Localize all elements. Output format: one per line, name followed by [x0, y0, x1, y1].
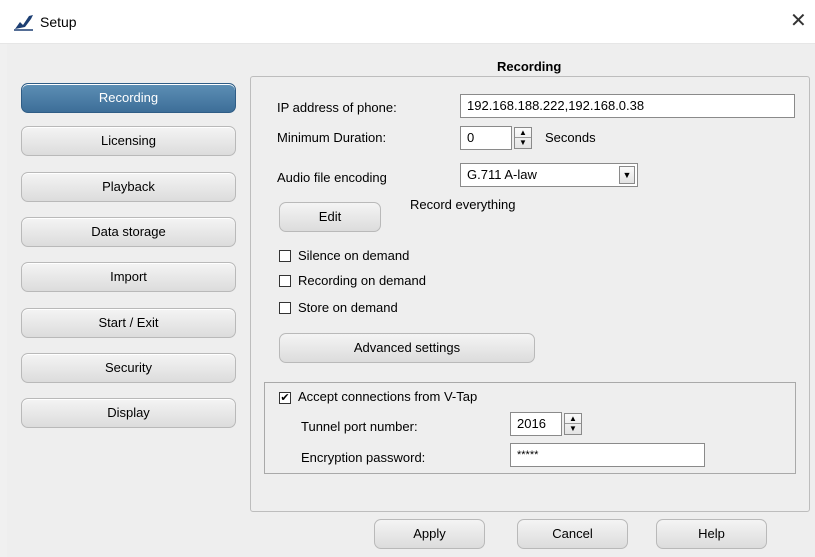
spin-up-icon[interactable]: ▲	[565, 414, 581, 424]
silence-on-demand-label: Silence on demand	[298, 248, 410, 263]
help-button[interactable]: Help	[656, 519, 767, 549]
encoding-label: Audio file encoding	[277, 170, 387, 185]
edit-button[interactable]: Edit	[279, 202, 381, 232]
spin-up-icon[interactable]: ▲	[515, 128, 531, 138]
record-mode-text: Record everything	[410, 197, 516, 212]
advanced-settings-button[interactable]: Advanced settings	[279, 333, 535, 363]
spin-down-icon[interactable]: ▼	[565, 424, 581, 434]
ip-address-input[interactable]: 192.168.188.222,192.168.0.38	[460, 94, 795, 118]
title-bar: Setup ✕	[0, 0, 815, 44]
store-on-demand-checkbox[interactable]	[279, 302, 291, 314]
sidebar-item-data-storage[interactable]: Data storage	[21, 217, 236, 247]
sidebar-item-display[interactable]: Display	[21, 398, 236, 428]
app-logo-icon	[14, 15, 33, 31]
help-label: Help	[698, 526, 725, 541]
encryption-password-label: Encryption password:	[301, 450, 426, 465]
tunnel-port-input[interactable]: 2016	[510, 412, 562, 436]
recording-on-demand-label: Recording on demand	[298, 273, 426, 288]
accept-vtap-checkbox[interactable]: ✔	[279, 392, 291, 404]
silence-on-demand-checkbox[interactable]	[279, 250, 291, 262]
sidebar-item-licensing[interactable]: Licensing	[21, 126, 236, 156]
min-duration-label: Minimum Duration:	[277, 130, 387, 145]
sidebar-item-playback[interactable]: Playback	[21, 172, 236, 202]
ip-address-label: IP address of phone:	[277, 100, 397, 115]
recording-on-demand-checkbox[interactable]	[279, 275, 291, 287]
sidebar-item-import[interactable]: Import	[21, 262, 236, 292]
encoding-value: G.711 A-law	[467, 167, 537, 182]
min-duration-spinner[interactable]: ▲ ▼	[514, 127, 532, 149]
dropdown-arrow-icon[interactable]: ▼	[619, 166, 635, 184]
store-on-demand-label: Store on demand	[298, 300, 398, 315]
sidebar-item-start-exit[interactable]: Start / Exit	[21, 308, 236, 338]
apply-button[interactable]: Apply	[374, 519, 485, 549]
min-duration-input[interactable]: 0	[460, 126, 512, 150]
sidebar-item-security[interactable]: Security	[21, 353, 236, 383]
apply-label: Apply	[413, 526, 446, 541]
window-title: Setup	[40, 14, 77, 30]
encryption-password-input[interactable]: *****	[510, 443, 705, 467]
tunnel-port-label: Tunnel port number:	[301, 419, 418, 434]
spin-down-icon[interactable]: ▼	[515, 138, 531, 148]
close-icon[interactable]: ✕	[790, 9, 807, 33]
encoding-select[interactable]: G.711 A-law ▼	[460, 163, 638, 187]
cancel-button[interactable]: Cancel	[517, 519, 628, 549]
tunnel-port-spinner[interactable]: ▲ ▼	[564, 413, 582, 435]
accept-vtap-label: Accept connections from V-Tap	[298, 389, 478, 404]
min-duration-unit: Seconds	[545, 130, 596, 145]
section-title: Recording	[497, 59, 562, 74]
sidebar-item-recording[interactable]: Recording	[21, 83, 236, 113]
